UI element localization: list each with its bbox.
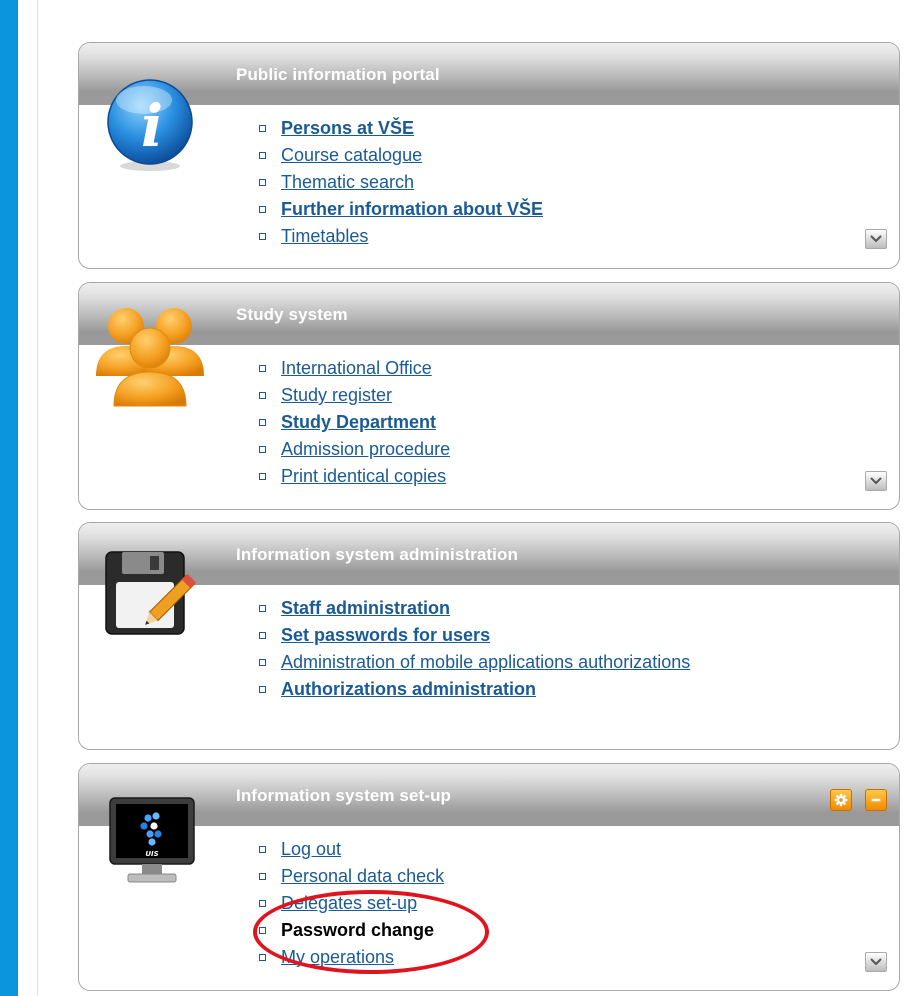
bullet-icon (259, 954, 266, 961)
monitor-is-icon: UIS (109, 797, 195, 883)
bullet-icon (259, 233, 266, 240)
link-mobile-applications-authorizations[interactable]: Administration of mobile applications au… (281, 652, 690, 672)
highlight-annotation (253, 890, 489, 974)
expand-button[interactable] (865, 229, 887, 249)
link-print-identical-copies[interactable]: Print identical copies (281, 466, 446, 486)
list-item: Staff administration (259, 595, 690, 622)
link-admission-procedure[interactable]: Admission procedure (281, 439, 450, 459)
expand-button[interactable] (865, 471, 887, 491)
list-item: Timetables (259, 223, 543, 250)
chevron-down-icon (870, 958, 882, 966)
chevron-down-icon (870, 477, 882, 485)
link-set-passwords[interactable]: Set passwords for users (281, 625, 490, 645)
info-icon: i (107, 79, 193, 171)
link-authorizations-administration[interactable]: Authorizations administration (281, 679, 536, 699)
list-item: Admission procedure (259, 436, 450, 463)
minimize-button[interactable] (865, 789, 887, 811)
bullet-icon (259, 873, 266, 880)
bullet-icon (259, 125, 266, 132)
bullet-icon (259, 419, 266, 426)
link-list: International Office Study register Stud… (259, 355, 450, 490)
chevron-down-icon (870, 235, 882, 243)
link-persons-at-vse[interactable]: Persons at VŠE (281, 118, 414, 138)
bullet-icon (259, 179, 266, 186)
bullet-icon (259, 365, 266, 372)
content-divider (37, 0, 38, 996)
list-item: Thematic search (259, 169, 543, 196)
link-further-information[interactable]: Further information about VŠE (281, 199, 543, 219)
panel-title: Information system set-up (236, 786, 452, 805)
list-item: Further information about VŠE (259, 196, 543, 223)
panel-header: Public information portal (79, 43, 899, 105)
link-list: Persons at VŠE Course catalogue Thematic… (259, 115, 543, 250)
bullet-icon (259, 206, 266, 213)
minus-icon (871, 798, 881, 802)
svg-text:i: i (141, 92, 163, 160)
bullet-icon (259, 473, 266, 480)
list-item: Print identical copies (259, 463, 450, 490)
panel-title: Public information portal (236, 65, 440, 84)
list-item: Persons at VŠE (259, 115, 543, 142)
bullet-icon (259, 686, 266, 693)
floppy-edit-icon (105, 551, 197, 635)
list-item: Administration of mobile applications au… (259, 649, 690, 676)
list-item: Log out (259, 836, 444, 863)
bullet-icon (259, 659, 266, 666)
list-item: International Office (259, 355, 450, 382)
link-staff-administration[interactable]: Staff administration (281, 598, 450, 618)
link-log-out[interactable]: Log out (281, 839, 341, 859)
settings-button[interactable] (830, 789, 852, 811)
panel-public-information-portal: Public information portal Persons at VŠE… (78, 42, 900, 269)
list-item: Study Department (259, 409, 450, 436)
users-icon (96, 308, 204, 407)
expand-button[interactable] (865, 952, 887, 972)
bullet-icon (259, 900, 266, 907)
link-study-register[interactable]: Study register (281, 385, 392, 405)
list-item: Personal data check (259, 863, 444, 890)
link-study-department[interactable]: Study Department (281, 412, 436, 432)
list-item: Authorizations administration (259, 676, 690, 703)
bullet-icon (259, 152, 266, 159)
bullet-icon (259, 392, 266, 399)
link-timetables[interactable]: Timetables (281, 226, 368, 246)
bullet-icon (259, 605, 266, 612)
panel-header: Information system set-up (79, 764, 899, 826)
panel-title: Information system administration (236, 545, 518, 564)
link-course-catalogue[interactable]: Course catalogue (281, 145, 422, 165)
monitor-label: UIS (145, 850, 158, 858)
panel-title: Study system (236, 305, 348, 324)
link-list: Staff administration Set passwords for u… (259, 595, 690, 703)
bullet-icon (259, 446, 266, 453)
list-item: Set passwords for users (259, 622, 690, 649)
panel-information-system-setup: Information system set-up Log out Person… (78, 763, 900, 991)
gear-icon (834, 793, 848, 807)
link-international-office[interactable]: International Office (281, 358, 432, 378)
bullet-icon (259, 632, 266, 639)
bullet-icon (259, 846, 266, 853)
list-item: Study register (259, 382, 450, 409)
link-personal-data-check[interactable]: Personal data check (281, 866, 444, 886)
link-thematic-search[interactable]: Thematic search (281, 172, 414, 192)
list-item: Course catalogue (259, 142, 543, 169)
